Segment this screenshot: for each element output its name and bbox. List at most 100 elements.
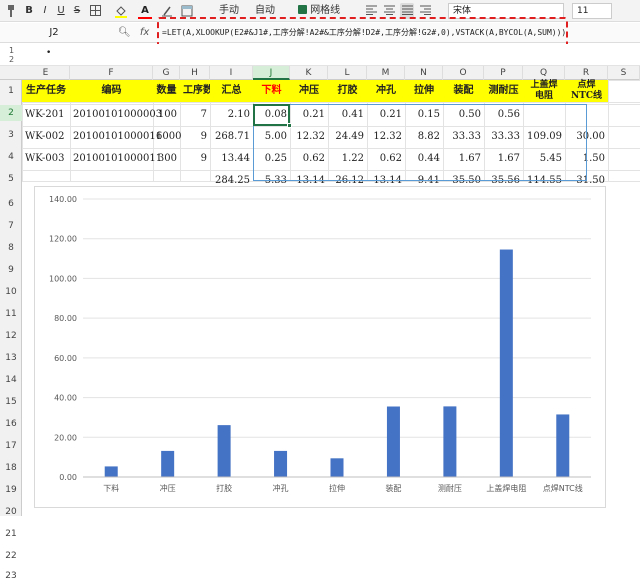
table-cell[interactable]: 268.71: [210, 126, 253, 148]
column-header-k[interactable]: K: [290, 66, 328, 80]
font-name-select[interactable]: 宋体: [448, 3, 564, 19]
table-cell[interactable]: 0.21: [290, 104, 328, 126]
chart-bar[interactable]: [274, 450, 288, 477]
table-cell[interactable]: 6000: [153, 126, 181, 148]
table-cell[interactable]: 9: [180, 126, 210, 148]
formula-input[interactable]: =LET(A,XLOOKUP(E2#&J1#,工序分解!A2#&工序分解!D2#…: [162, 25, 632, 41]
align-center-icon[interactable]: [382, 3, 396, 19]
table-cell[interactable]: 33.33: [484, 126, 523, 148]
column-header-n[interactable]: N: [405, 66, 443, 80]
auto-calc-button[interactable]: 自动: [250, 3, 280, 19]
chart-bar[interactable]: [499, 249, 513, 477]
row-header-13[interactable]: 13: [0, 350, 22, 366]
table-cell[interactable]: 0.44: [405, 148, 443, 170]
strikethrough-icon[interactable]: S: [70, 3, 84, 19]
header-cell[interactable]: 上盖焊 电阻: [523, 80, 565, 102]
header-cell[interactable]: 汇总: [210, 80, 253, 102]
outline-level-2[interactable]: 2: [9, 55, 14, 64]
chart-bar[interactable]: [443, 406, 457, 477]
fill-handle[interactable]: [287, 123, 292, 128]
chart-bar[interactable]: [217, 425, 231, 477]
manual-calc-button[interactable]: 手动: [214, 3, 244, 19]
font-color-icon[interactable]: A: [138, 3, 152, 19]
table-cell[interactable]: WK-003: [22, 148, 70, 170]
row-header-20[interactable]: 20: [0, 504, 22, 520]
table-cell[interactable]: 20100101000011: [70, 126, 162, 148]
column-header-p[interactable]: P: [484, 66, 523, 80]
column-header-f[interactable]: F: [70, 66, 153, 80]
table-cell[interactable]: 0.56: [484, 104, 523, 126]
table-cell[interactable]: 33.33: [443, 126, 484, 148]
table-cell[interactable]: 1.50: [565, 148, 608, 170]
table-cell[interactable]: 100: [153, 104, 180, 126]
align-right-icon[interactable]: [418, 3, 432, 19]
table-cell[interactable]: 0.25: [253, 148, 290, 170]
header-cell[interactable]: 下料: [253, 80, 290, 102]
row-header-23[interactable]: 23: [0, 568, 22, 584]
row-header-19[interactable]: 19: [0, 482, 22, 498]
row-header-8[interactable]: 8: [0, 240, 22, 256]
paintbrush-icon[interactable]: [4, 3, 18, 19]
zoom-icon[interactable]: 🔍︎: [118, 27, 131, 38]
italic-icon[interactable]: I: [38, 3, 52, 19]
header-cell[interactable]: 冲压: [290, 80, 328, 102]
column-header-l[interactable]: L: [328, 66, 367, 80]
table-cell[interactable]: 1.67: [443, 148, 484, 170]
header-cell[interactable]: 数量: [153, 80, 180, 102]
row-header-7[interactable]: 7: [0, 218, 22, 234]
table-cell[interactable]: 0.41: [328, 104, 367, 126]
column-header-h[interactable]: H: [180, 66, 210, 80]
row-header-9[interactable]: 9: [0, 262, 22, 278]
table-cell[interactable]: WK-002: [22, 126, 70, 148]
header-cell[interactable]: 测耐压: [484, 80, 523, 102]
column-header-o[interactable]: O: [443, 66, 484, 80]
border-icon[interactable]: [88, 3, 102, 19]
underline-icon[interactable]: U: [54, 3, 68, 19]
row-header-11[interactable]: 11: [0, 306, 22, 322]
align-middle-icon[interactable]: [400, 3, 414, 19]
chart-bar[interactable]: [556, 414, 570, 477]
header-cell[interactable]: 拉伸: [405, 80, 443, 102]
table-cell[interactable]: 0.21: [367, 104, 405, 126]
table-cell[interactable]: 12.32: [290, 126, 328, 148]
chart-bar[interactable]: [104, 466, 118, 477]
table-cell[interactable]: 5.45: [523, 148, 565, 170]
table-cell[interactable]: 0.62: [367, 148, 405, 170]
row-header-12[interactable]: 12: [0, 328, 22, 344]
table-cell[interactable]: 20100101000011: [70, 148, 162, 170]
column-header-j[interactable]: J: [253, 66, 290, 80]
chart-bar[interactable]: [161, 450, 175, 477]
table-cell[interactable]: 1.22: [328, 148, 367, 170]
clear-format-icon[interactable]: [160, 3, 174, 19]
header-cell[interactable]: 装配: [443, 80, 484, 102]
column-header-m[interactable]: M: [367, 66, 405, 80]
header-cell[interactable]: 工序数: [180, 80, 213, 102]
table-cell[interactable]: 12.32: [367, 126, 405, 148]
chart-bar[interactable]: [330, 458, 344, 477]
column-header-r[interactable]: R: [565, 66, 608, 80]
column-header-q[interactable]: Q: [523, 66, 565, 80]
row-header-17[interactable]: 17: [0, 438, 22, 454]
row-header-16[interactable]: 16: [0, 416, 22, 432]
row-header-22[interactable]: 22: [0, 548, 22, 564]
table-cell[interactable]: WK-201: [22, 104, 70, 126]
bold-icon[interactable]: B: [22, 3, 36, 19]
bar-chart[interactable]: 0.00 20.00 40.00 60.00 80.00 100.00 120.00 140.…: [34, 186, 606, 508]
fx-icon[interactable]: fx: [140, 27, 149, 38]
font-size-select[interactable]: 11: [572, 3, 612, 19]
header-cell[interactable]: 编码: [70, 80, 153, 102]
table-cell[interactable]: 5.00: [253, 126, 290, 148]
table-cell[interactable]: 0.08: [253, 104, 290, 126]
header-cell[interactable]: 点焊 NTC线: [565, 80, 608, 102]
fill-color-icon[interactable]: [114, 3, 128, 19]
row-header-15[interactable]: 15: [0, 394, 22, 410]
row-header-4[interactable]: 4: [0, 149, 22, 165]
gridlines-toggle[interactable]: 网格线: [298, 3, 342, 19]
row-header-10[interactable]: 10: [0, 284, 22, 300]
cell-style-icon[interactable]: [180, 3, 194, 19]
column-header-i[interactable]: I: [210, 66, 253, 80]
table-cell[interactable]: 0.15: [405, 104, 443, 126]
outline-level-1[interactable]: 1: [9, 46, 14, 55]
table-cell[interactable]: 1.67: [484, 148, 523, 170]
header-cell[interactable]: 生产任务: [22, 80, 70, 102]
